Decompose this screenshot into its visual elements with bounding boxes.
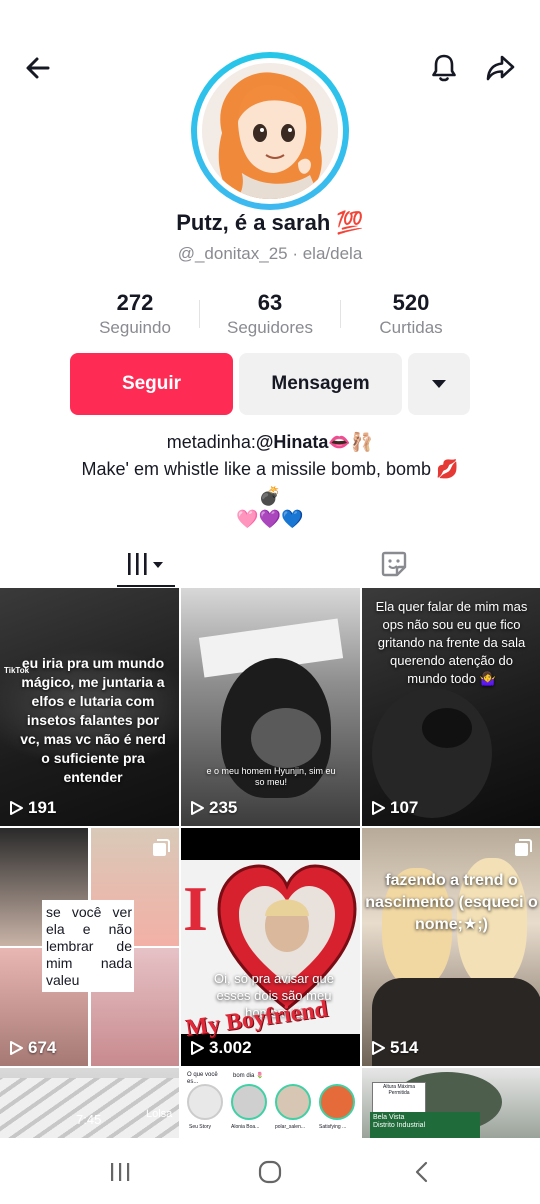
video-label: Lolsa <box>146 1108 173 1120</box>
tab-videos[interactable] <box>117 540 175 588</box>
share-icon <box>486 55 515 81</box>
story-name: Seu Story <box>189 1124 211 1130</box>
multi-photo-badge <box>151 838 171 863</box>
stat-label: Seguidores <box>226 318 313 337</box>
street-sign: Bela Vista Distrito Industrial <box>370 1112 480 1138</box>
video-thumbnail[interactable]: fazendo a trend o nascimento (esqueci o … <box>362 828 540 1066</box>
sign-text: Distrito Industrial <box>373 1122 426 1129</box>
multi-photo-badge <box>513 838 533 863</box>
story-avatar <box>231 1084 267 1120</box>
avatar <box>202 63 338 199</box>
recent-apps-icon <box>111 1163 130 1181</box>
view-count: 3.002 <box>189 1038 252 1058</box>
video-caption: fazendo a trend o nascimento (esqueci o … <box>365 872 538 933</box>
play-icon <box>372 1041 385 1055</box>
message-button[interactable]: Mensagem <box>239 353 402 415</box>
more-options-button[interactable] <box>408 353 470 415</box>
view-count-value: 674 <box>28 1038 57 1057</box>
caret-down-icon <box>432 380 446 388</box>
share-button[interactable] <box>478 46 522 90</box>
back-button[interactable] <box>16 46 60 90</box>
story-header: bom dia 🌷 <box>233 1073 264 1079</box>
video-caption: 7:45 <box>76 1112 102 1127</box>
follow-button[interactable]: Seguir <box>70 353 233 415</box>
chevron-left-icon <box>415 1161 428 1183</box>
stat-likes[interactable]: 520 Curtidas <box>331 290 491 338</box>
stat-followers[interactable]: 63 Seguidores <box>190 290 350 338</box>
story-name: Alonia Boa... <box>231 1124 260 1130</box>
arrow-left-icon <box>26 57 50 79</box>
bio-line: metadinha:@Hinata👄🩰 <box>20 429 520 456</box>
play-icon <box>191 1041 204 1055</box>
stat-value: 520 <box>392 290 430 315</box>
bell-icon <box>432 54 456 82</box>
video-thumbnail[interactable]: Altura Máxima Permitida Bela Vista Distr… <box>362 1068 540 1138</box>
grid-icon <box>128 553 163 575</box>
bio-mention-link[interactable]: @Hinata <box>256 432 329 452</box>
play-icon <box>10 801 23 815</box>
view-count: 191 <box>8 798 56 818</box>
tab-stickers[interactable] <box>370 540 418 588</box>
bio-line: 🩷💜💙 <box>236 509 304 529</box>
video-caption: e o meu homem Hyunjin, sim eu so meu! <box>206 766 336 787</box>
profile-handle: @_donitax_25 · ela/dela <box>177 244 363 263</box>
video-thumbnail[interactable]: 7:45 Lolsa <box>0 1068 179 1138</box>
profile-name: Putz, é a sarah 💯 <box>176 210 364 235</box>
stats-row: 272 Seguindo 63 Seguidores 520 Curtidas <box>0 290 540 342</box>
bio-emoji: 👄🩰 <box>328 432 374 452</box>
system-back-button[interactable] <box>400 1150 444 1194</box>
view-count: 674 <box>8 1038 56 1058</box>
bio-text: metadinha: <box>166 432 256 452</box>
home-icon <box>258 1160 282 1184</box>
view-count: 107 <box>370 798 418 818</box>
view-count-value: 107 <box>390 798 419 817</box>
story-avatar <box>187 1084 223 1120</box>
sign-text: Altura Máxima Permitida <box>383 1084 415 1096</box>
multi-photo-icon <box>153 839 170 856</box>
video-thumbnail[interactable]: eu iria pra um mundo mágico, me juntaria… <box>0 588 179 826</box>
view-count-value: 3.002 <box>209 1038 252 1057</box>
stat-value: 63 <box>257 290 283 315</box>
tiktok-watermark: TikTok <box>4 666 30 675</box>
story-name: Satisfying ... <box>319 1124 347 1130</box>
story-name: polar_salen... <box>275 1124 306 1130</box>
video-thumbnail[interactable]: I Oi, só pra avisar que esses dois são m… <box>181 828 360 1066</box>
play-icon <box>10 1041 23 1055</box>
video-caption: eu iria pra um mundo mágico, me juntaria… <box>20 655 166 785</box>
system-nav-bar <box>0 1138 540 1204</box>
tab-active-indicator <box>117 585 175 587</box>
sign-text: Bela Vista <box>373 1114 405 1121</box>
video-thumbnail[interactable]: Ela quer falar de mim mas ops não sou eu… <box>362 588 540 826</box>
video-caption: Ela quer falar de mim mas ops não sou eu… <box>375 599 528 686</box>
stat-label: Curtidas <box>379 318 443 337</box>
video-thumbnail[interactable]: O que você es... bom dia 🌷 Seu Story Alo… <box>181 1068 360 1138</box>
avatar-ring[interactable] <box>191 52 349 210</box>
story-avatar <box>319 1084 355 1120</box>
profile-tabs <box>0 540 540 588</box>
notification-bell-button[interactable] <box>422 46 466 90</box>
sticker-icon <box>381 551 407 577</box>
home-button[interactable] <box>248 1150 292 1194</box>
play-icon <box>372 801 385 815</box>
video-thumbnail[interactable]: se você ver ela e não lembrar de mim nad… <box>0 828 179 1066</box>
story-avatar <box>275 1084 311 1120</box>
play-icon <box>191 801 204 815</box>
view-count: 235 <box>189 798 237 818</box>
view-count-value: 235 <box>209 798 238 817</box>
recent-apps-button[interactable] <box>98 1150 142 1194</box>
video-thumbnail[interactable]: e o meu homem Hyunjin, sim eu so meu! 23… <box>181 588 360 826</box>
sticker-letter: I <box>183 873 208 944</box>
bio-line: Make' em whistle like a missile bomb, bo… <box>81 459 459 479</box>
multi-photo-icon <box>515 839 532 856</box>
video-caption: se você ver ela e não lembrar de mim nad… <box>46 904 132 988</box>
view-count: 514 <box>370 1038 418 1058</box>
view-count-value: 191 <box>28 798 57 817</box>
view-count-value: 514 <box>390 1038 419 1057</box>
